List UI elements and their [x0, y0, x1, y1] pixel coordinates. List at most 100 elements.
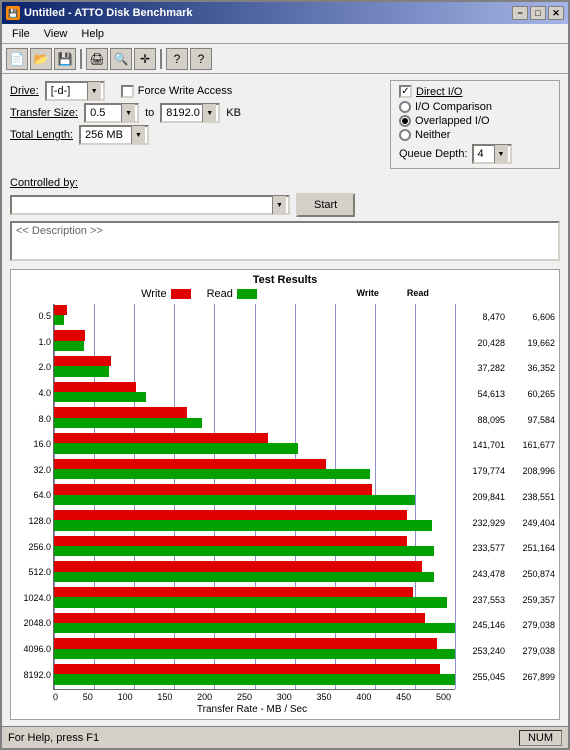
controlled-by-input-row: ▼ Start: [10, 193, 560, 217]
chart-body: 0.51.02.04.08.016.032.064.0128.0256.0512…: [15, 304, 555, 690]
y-axis-label: 8192.0: [15, 671, 53, 680]
transfer-from-value: 0.5: [90, 107, 105, 119]
menu-view[interactable]: View: [38, 27, 74, 41]
write-value: 54,613: [459, 389, 505, 399]
drive-dropdown-arrow[interactable]: ▼: [87, 82, 101, 100]
chart-col-headers: Write Read: [333, 288, 429, 300]
write-bar: [54, 356, 111, 366]
chart-legend: Write Read Write Read: [15, 288, 555, 300]
minimize-button[interactable]: −: [512, 6, 528, 20]
read-legend-color: [237, 289, 257, 299]
content-area: Drive: [-d-] ▼ Force Write Access Transf…: [2, 74, 568, 726]
io-comparison-radio[interactable]: [399, 101, 411, 113]
menu-bar: File View Help: [2, 24, 568, 44]
overlapped-io-label: Overlapped I/O: [415, 115, 490, 127]
y-axis-label: 4096.0: [15, 645, 53, 654]
controlled-by-input[interactable]: ▼: [10, 195, 290, 215]
write-value: 179,774: [459, 466, 505, 476]
menu-help[interactable]: Help: [75, 27, 110, 41]
close-button[interactable]: ✕: [548, 6, 564, 20]
read-value: 19,662: [509, 338, 555, 348]
read-bar: [54, 520, 432, 530]
toolbar-new[interactable]: 📄: [6, 48, 28, 70]
controlled-by-row: Controlled by:: [10, 177, 560, 189]
read-bar: [54, 495, 415, 505]
y-axis-labels: 0.51.02.04.08.016.032.064.0128.0256.0512…: [15, 304, 53, 690]
title-bar-left: 💾 Untitled - ATTO Disk Benchmark: [6, 6, 193, 20]
x-axis-label: 100: [118, 692, 133, 702]
read-value: 279,038: [509, 620, 555, 630]
force-write-area: Force Write Access: [121, 85, 233, 98]
read-bar: [54, 572, 434, 582]
transfer-from-arrow[interactable]: ▼: [121, 104, 135, 122]
read-bar: [54, 366, 109, 376]
toolbar-save[interactable]: 💾: [54, 48, 76, 70]
chart-value-row: 245,146279,038: [459, 620, 555, 630]
x-axis-label: 150: [157, 692, 172, 702]
queue-depth-label: Queue Depth:: [399, 148, 468, 160]
queue-depth-dropdown[interactable]: 4 ▼: [472, 144, 512, 164]
write-value: 20,428: [459, 338, 505, 348]
write-bar: [54, 561, 422, 571]
description-text: << Description >>: [16, 225, 103, 237]
graph-area: [53, 304, 455, 690]
read-value: 208,996: [509, 466, 555, 476]
controlled-by-arrow[interactable]: ▼: [272, 196, 286, 214]
queue-depth-arrow[interactable]: ▼: [494, 145, 508, 163]
write-bar: [54, 664, 440, 674]
direct-io-row: Direct I/O: [399, 85, 551, 98]
total-length-arrow[interactable]: ▼: [131, 126, 145, 144]
y-axis-label: 256.0: [15, 543, 53, 552]
menu-file[interactable]: File: [6, 27, 36, 41]
start-button[interactable]: Start: [296, 193, 355, 217]
force-write-label: Force Write Access: [138, 85, 233, 97]
write-bar: [54, 407, 187, 417]
toolbar-help2[interactable]: ?: [190, 48, 212, 70]
y-axis-label: 8.0: [15, 415, 53, 424]
read-value: 97,584: [509, 415, 555, 425]
force-write-checkbox[interactable]: [121, 85, 134, 98]
read-bar: [54, 674, 455, 684]
y-axis-label: 32.0: [15, 466, 53, 475]
left-controls: Drive: [-d-] ▼ Force Write Access Transf…: [10, 80, 380, 146]
transfer-unit: KB: [226, 107, 241, 119]
read-value: 249,404: [509, 518, 555, 528]
write-bar: [54, 433, 268, 443]
x-axis-label: 500: [436, 692, 451, 702]
drive-dropdown[interactable]: [-d-] ▼: [45, 81, 105, 101]
chart-value-row: 8,4706,606: [459, 312, 555, 322]
transfer-to-dropdown[interactable]: 8192.0 ▼: [160, 103, 220, 123]
x-axis-title: Transfer Rate - MB / Sec: [15, 704, 555, 715]
chart-title: Test Results: [15, 274, 555, 286]
io-comparison-label: I/O Comparison: [415, 101, 492, 113]
value-labels: 8,4706,60620,42819,66237,28236,35254,613…: [455, 304, 555, 690]
total-length-dropdown[interactable]: 256 MB ▼: [79, 125, 149, 145]
toolbar-separator-1: [80, 49, 82, 69]
num-badge: NUM: [519, 730, 562, 746]
toolbar-help1[interactable]: ?: [166, 48, 188, 70]
write-legend-color: [171, 289, 191, 299]
write-value: 243,478: [459, 569, 505, 579]
title-bar: 💾 Untitled - ATTO Disk Benchmark − □ ✕: [2, 2, 568, 24]
toolbar-search[interactable]: 🔍: [110, 48, 132, 70]
y-axis-label: 64.0: [15, 491, 53, 500]
toolbar-separator-2: [160, 49, 162, 69]
transfer-from-dropdown[interactable]: 0.5 ▼: [84, 103, 139, 123]
grid-line: [455, 304, 456, 689]
x-axis-labels: 050100150200250300350400450500: [15, 690, 555, 702]
toolbar-open[interactable]: 📂: [30, 48, 52, 70]
transfer-to-arrow[interactable]: ▼: [202, 104, 216, 122]
overlapped-io-radio[interactable]: [399, 115, 411, 127]
toolbar-print[interactable]: 🖨: [86, 48, 108, 70]
read-bar: [54, 315, 64, 325]
chart-value-row: 233,577251,164: [459, 543, 555, 553]
options-panel: Direct I/O I/O Comparison Overlapped I/O…: [390, 80, 560, 169]
y-axis-label: 128.0: [15, 517, 53, 526]
neither-label: Neither: [415, 129, 450, 141]
chart-value-row: 255,045267,899: [459, 672, 555, 682]
maximize-button[interactable]: □: [530, 6, 546, 20]
neither-radio[interactable]: [399, 129, 411, 141]
read-bar: [54, 623, 455, 633]
direct-io-checkbox[interactable]: [399, 85, 412, 98]
toolbar-move[interactable]: ✛: [134, 48, 156, 70]
